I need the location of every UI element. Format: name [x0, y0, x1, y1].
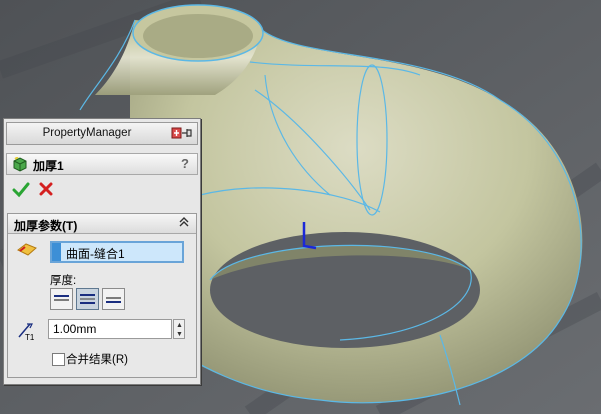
feature-name: 加厚1	[33, 159, 64, 173]
group-header[interactable]: 加厚参数(T)	[8, 214, 196, 234]
selected-surface: 曲面-缝合1	[66, 247, 125, 261]
double-chevron-up-icon[interactable]	[178, 214, 190, 233]
thicken-side1-button[interactable]	[50, 288, 73, 310]
thicken-feature-icon	[12, 156, 28, 175]
thicken-side2-button[interactable]	[102, 288, 125, 310]
surface-selection-box[interactable]: 曲面-缝合1	[50, 241, 184, 263]
checkmark-icon	[12, 182, 30, 198]
x-icon	[39, 182, 53, 196]
panel-header: PropertyManager	[6, 122, 198, 145]
spin-down-icon[interactable]: ▼	[176, 331, 183, 338]
ok-button[interactable]	[12, 182, 30, 201]
cancel-button[interactable]	[39, 182, 53, 199]
spin-up-icon[interactable]: ▲	[176, 322, 183, 329]
svg-text:T1: T1	[25, 333, 35, 341]
thickness-value: 1.00mm	[53, 322, 97, 336]
thickness-spinner[interactable]: ▲ ▼	[173, 319, 185, 339]
feature-title-row: 加厚1 ?	[6, 153, 198, 175]
thickness-dimension-icon: T1	[16, 321, 40, 344]
property-manager-panel: PropertyManager 加厚1 ? 加厚参数(T) 曲面-缝合1 厚度:…	[3, 118, 201, 385]
merge-result-label: 合并结果(R)	[66, 354, 128, 366]
selection-color-bar	[52, 243, 61, 261]
thicken-direction-buttons	[50, 288, 125, 310]
thickness-input[interactable]: 1.00mm	[48, 319, 172, 339]
panel-title: PropertyManager	[42, 127, 132, 139]
thicken-both-sides-button[interactable]	[76, 288, 99, 310]
thickness-label: 厚度:	[50, 275, 77, 287]
thicken-parameters-group: 加厚参数(T) 曲面-缝合1 厚度: T1 1.00mm ▲ ▼ 合并结果(R)	[7, 213, 197, 378]
help-button[interactable]: ?	[181, 156, 189, 171]
group-title: 加厚参数(T)	[14, 219, 78, 233]
merge-result-checkbox[interactable]	[52, 353, 65, 366]
pushpin-icon[interactable]	[171, 126, 193, 143]
face-selection-icon	[16, 242, 38, 261]
